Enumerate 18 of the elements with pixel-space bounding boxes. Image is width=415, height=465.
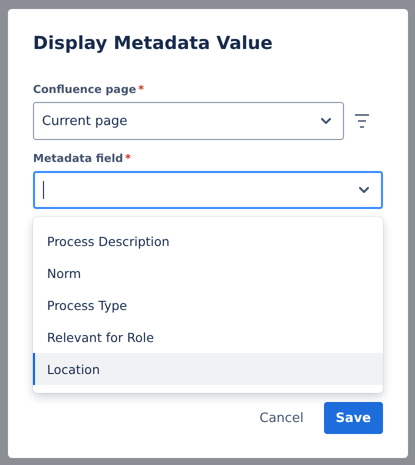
menu-option[interactable]: Process Description [33, 225, 383, 257]
menu-option[interactable]: Norm [33, 257, 383, 289]
save-button[interactable]: Save [324, 402, 383, 434]
required-mark: * [138, 83, 144, 97]
page-select[interactable]: Current page [33, 102, 344, 140]
required-mark: * [125, 152, 131, 166]
menu-option[interactable]: Location [33, 353, 383, 385]
text-cursor-icon [43, 181, 44, 199]
chevron-down-icon [359, 187, 369, 193]
metadata-select[interactable] [33, 171, 383, 209]
field-label: Metadata field [33, 152, 124, 166]
dialog-title: Display Metadata Value [33, 32, 274, 56]
menu-option[interactable]: Process Type [33, 289, 383, 321]
cancel-button[interactable]: Cancel [248, 402, 316, 434]
menu-option[interactable]: Relevant for Role [33, 321, 383, 353]
field-label: Confluence page [33, 83, 136, 97]
filter-icon[interactable] [354, 114, 370, 128]
chevron-down-icon [321, 118, 331, 124]
